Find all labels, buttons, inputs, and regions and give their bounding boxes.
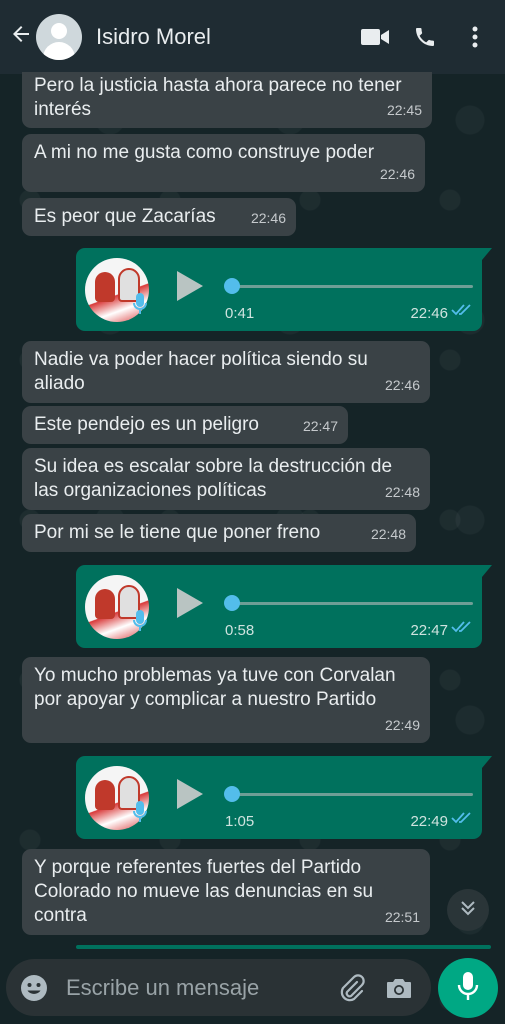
double-check-icon xyxy=(451,303,473,322)
voice-note[interactable]: 1:05 22:49 xyxy=(76,756,492,839)
back-arrow-icon[interactable] xyxy=(6,0,36,74)
incoming-message[interactable]: Es peor que Zacarías 22:46 xyxy=(22,198,296,236)
attach-icon[interactable] xyxy=(331,968,371,1008)
incoming-message[interactable]: Pero la justicia hasta ahora parece no t… xyxy=(22,72,432,128)
voice-duration: 0:41 xyxy=(225,305,255,322)
message-time: 22:51 xyxy=(384,909,420,925)
voice-note[interactable]: 0:41 22:46 xyxy=(76,248,492,331)
contact-name[interactable]: Isidro Morel xyxy=(96,24,353,50)
message-time: 22:46 xyxy=(379,166,415,182)
incoming-message[interactable]: Y porque referentes fuertes del Partido … xyxy=(22,849,430,935)
avatar[interactable] xyxy=(36,14,82,60)
incoming-message[interactable]: A mi no me gusta como construye poder 22… xyxy=(22,134,425,192)
voice-progress-track[interactable] xyxy=(228,285,473,288)
voice-note[interactable]: 0:58 22:47 xyxy=(76,565,492,648)
message-input-bar: Escribe un mensaje xyxy=(6,959,431,1016)
outgoing-message-partial xyxy=(76,945,491,949)
voice-record-button[interactable] xyxy=(438,958,498,1018)
scroll-to-bottom-button[interactable] xyxy=(447,889,489,931)
mic-icon xyxy=(132,292,148,321)
voice-duration: 0:58 xyxy=(225,622,255,639)
incoming-message[interactable]: Nadie va poder hacer política siendo su … xyxy=(22,341,430,403)
chat-header: Isidro Morel xyxy=(0,0,505,74)
voice-progress-handle[interactable] xyxy=(224,595,240,611)
emoji-icon[interactable] xyxy=(18,972,50,1004)
message-time: 22:48 xyxy=(370,526,406,542)
video-call-icon[interactable] xyxy=(353,15,397,59)
double-check-icon xyxy=(451,620,473,639)
chevron-double-down-icon xyxy=(459,899,477,922)
message-text: Y porque referentes fuertes del Partido … xyxy=(34,857,374,926)
double-check-icon xyxy=(451,811,473,830)
mic-icon xyxy=(132,609,148,638)
message-text: Es peor que Zacarías xyxy=(34,206,216,227)
message-time: 22:47 xyxy=(410,622,448,639)
message-time: 22:49 xyxy=(410,813,448,830)
message-time: 22:46 xyxy=(250,210,286,226)
mic-icon xyxy=(457,971,479,1006)
message-input[interactable]: Escribe un mensaje xyxy=(66,975,331,1001)
message-text: Su idea es escalar sobre la destrucción … xyxy=(34,456,393,501)
camera-icon[interactable] xyxy=(379,968,419,1008)
voice-progress-handle[interactable] xyxy=(224,278,240,294)
incoming-message[interactable]: Este pendejo es un peligro 22:47 xyxy=(22,406,348,444)
message-text: Este pendejo es un peligro xyxy=(34,414,259,435)
phone-icon[interactable] xyxy=(403,15,447,59)
message-time: 22:49 xyxy=(384,717,420,733)
voice-duration: 1:05 xyxy=(225,813,255,830)
message-text: Yo mucho problemas ya tuve con Corvalan … xyxy=(34,665,396,710)
incoming-message[interactable]: Por mi se le tiene que poner freno 22:48 xyxy=(22,514,416,552)
message-time: 22:46 xyxy=(384,377,420,393)
play-icon[interactable] xyxy=(177,779,203,809)
more-vert-icon[interactable] xyxy=(453,15,497,59)
mic-icon xyxy=(132,800,148,829)
play-icon[interactable] xyxy=(177,271,203,301)
incoming-message[interactable]: Yo mucho problemas ya tuve con Corvalan … xyxy=(22,657,430,743)
message-text: Nadie va poder hacer política siendo su … xyxy=(34,349,368,394)
message-time: 22:48 xyxy=(384,484,420,500)
message-time: 22:46 xyxy=(410,305,448,322)
message-time: 22:45 xyxy=(386,102,422,118)
play-icon[interactable] xyxy=(177,588,203,618)
voice-progress-track[interactable] xyxy=(228,793,473,796)
message-text: Por mi se le tiene que poner freno xyxy=(34,522,321,543)
message-text: A mi no me gusta como construye poder xyxy=(34,142,375,163)
message-time: 22:47 xyxy=(302,418,338,434)
message-text: Pero la justicia hasta ahora parece no t… xyxy=(34,75,402,120)
voice-progress-track[interactable] xyxy=(228,602,473,605)
incoming-message[interactable]: Su idea es escalar sobre la destrucción … xyxy=(22,448,430,510)
voice-progress-handle[interactable] xyxy=(224,786,240,802)
